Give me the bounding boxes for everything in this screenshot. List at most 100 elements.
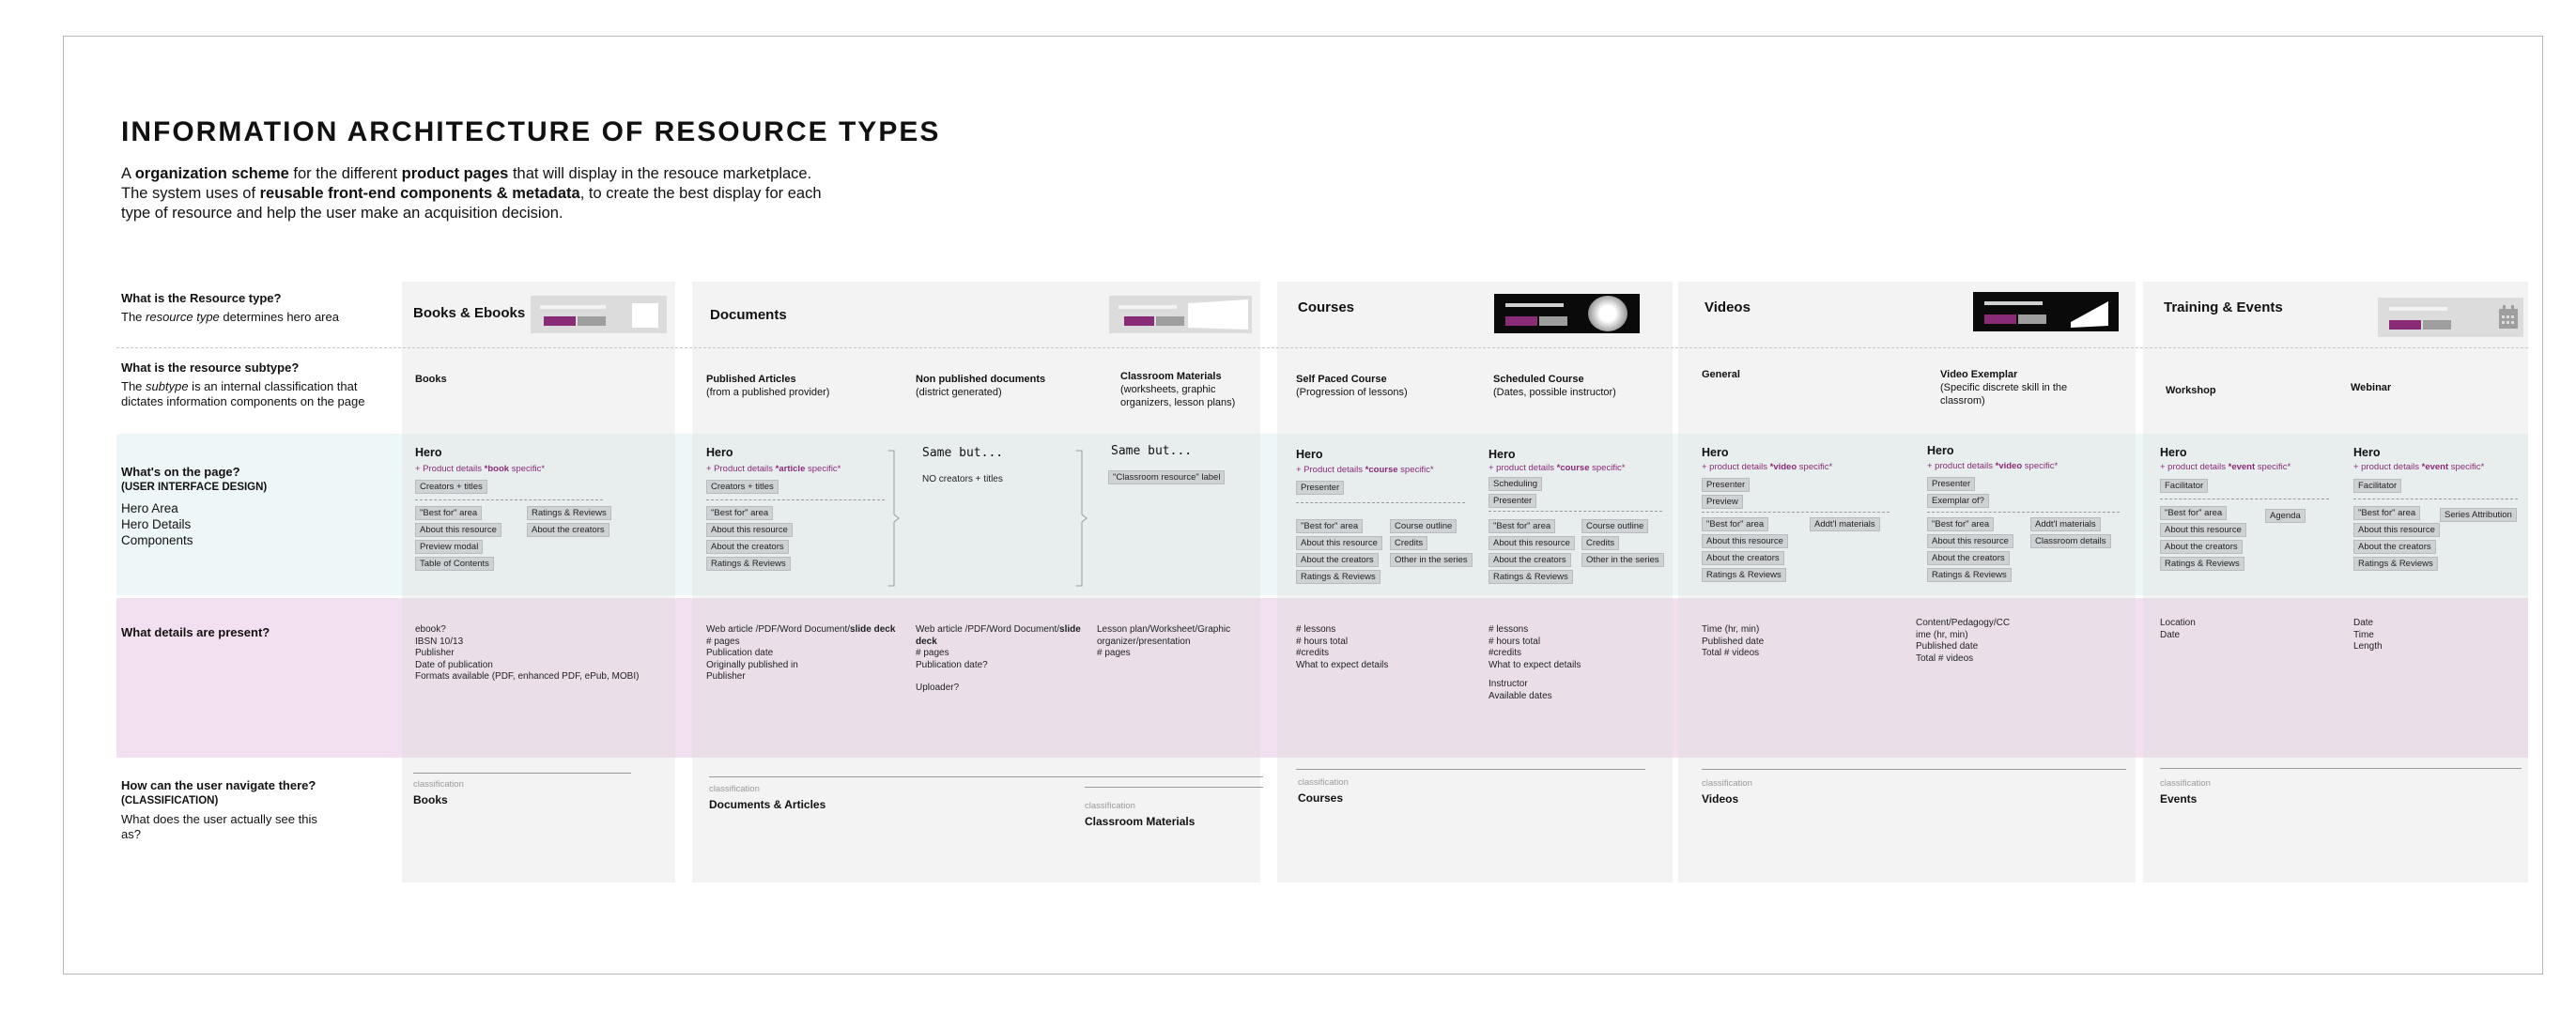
row-divider <box>116 347 2528 348</box>
question-subtype: What is the resource subtype? The subtyp… <box>121 361 365 408</box>
subtype-scheduled: Scheduled Course (Dates, possible instruc… <box>1493 374 1616 398</box>
type-heading-books: Books & Ebooks <box>413 305 526 321</box>
chip-c2-credits: Credits <box>1581 536 1620 550</box>
chip-v1-materials: Addt'l materials <box>1810 517 1880 531</box>
chip-v2-ratings: Ratings & Reviews <box>1927 568 2012 582</box>
chip-c2-about: About this resource <box>1489 536 1575 550</box>
courses-hero-thumbnail <box>1494 294 1640 333</box>
chip-c2-outline: Course outline <box>1581 519 1649 533</box>
chip-c1-credits: Credits <box>1390 536 1428 550</box>
product-details-video-1: + product details *video specific* <box>1702 462 1833 472</box>
nav-videos: Videos <box>1702 792 1739 806</box>
brace-classroom <box>1076 450 1087 587</box>
chip-c1-about: About this resource <box>1296 536 1382 550</box>
type-heading-courses: Courses <box>1298 299 1355 315</box>
chip-doc-creators: Creators + titles <box>706 480 779 494</box>
subtype-video-exemplar: Video Exemplar (Specific discrete skill i… <box>1940 369 2068 407</box>
chip-e2-best: "Best for" area <box>2353 506 2421 520</box>
subtype-workshop: Workshop <box>2166 385 2216 396</box>
details-published-articles: Web article /PDF/Word Document/slide dec… <box>706 624 896 682</box>
details-books: ebook? IBSN 10/13 Publisher Date of publica… <box>415 624 640 682</box>
hero-books: Hero <box>415 446 442 459</box>
chip-e1-ratings: Ratings & Reviews <box>2160 557 2244 571</box>
events-hero-thumbnail <box>2378 298 2523 337</box>
product-details-course-2: + product details *course specific* <box>1489 463 1626 473</box>
hero-self-paced: Hero <box>1296 448 1323 461</box>
chip-c1-best: "Best for" area <box>1296 519 1364 533</box>
documents-hero-thumbnail <box>1109 296 1252 333</box>
chip-course-scheduling: Scheduling <box>1489 477 1543 491</box>
chip-books-toc: Table of Contents <box>415 557 494 571</box>
chip-e2-facilitator: Facilitator <box>2353 479 2402 493</box>
chip-v1-preview: Preview <box>1702 495 1743 509</box>
chip-books-creators: Creators + titles <box>415 480 487 494</box>
details-self-paced: # lessons # hours total #credits What to ex… <box>1296 624 1389 670</box>
chip-e1-best: "Best for" area <box>2160 506 2228 520</box>
hero-documents: Hero <box>706 446 733 459</box>
column-events <box>2143 282 2528 883</box>
chip-v2-presenter: Presenter <box>1927 477 1976 491</box>
chip-books-best-for: "Best for" area <box>415 506 483 520</box>
type-heading-videos: Videos <box>1704 299 1751 315</box>
details-classroom: Lesson plan/Worksheet/Graphic organizer/p… <box>1097 624 1231 658</box>
chip-c2-ratings: Ratings & Reviews <box>1489 570 1573 584</box>
chip-v2-best: "Best for" area <box>1927 517 1995 531</box>
subtype-non-published-documents: Non published documents (district generat… <box>916 374 1046 398</box>
product-details-event-1: + product details *event specific* <box>2160 462 2291 472</box>
nav-documents-articles: Documents & Articles <box>709 798 826 811</box>
chip-c2-best: "Best for" area <box>1489 519 1556 533</box>
chip-books-ratings: Ratings & Reviews <box>527 506 611 520</box>
nav-events: Events <box>2160 792 2198 806</box>
chip-c1-series: Other in the series <box>1390 553 1473 567</box>
chip-books-about-creators: About the creators <box>527 523 609 537</box>
hero-workshop: Hero <box>2160 446 2187 459</box>
details-workshop: Location Date <box>2160 618 2196 640</box>
subtype-classroom-materials: Classroom Materials (worksheets, graphic o… <box>1120 371 1236 408</box>
hero-video-exemplar: Hero <box>1927 444 1954 457</box>
type-heading-documents: Documents <box>710 307 787 323</box>
chip-c1-ratings: Ratings & Reviews <box>1296 570 1381 584</box>
chip-e2-about: About this resource <box>2353 523 2440 537</box>
chip-v2-about: About this resource <box>1927 534 2013 548</box>
chip-books-preview-modal: Preview modal <box>415 540 484 554</box>
details-webinar: Date Time Length <box>2353 618 2383 652</box>
chip-e2-creators: About the creators <box>2353 540 2436 554</box>
question-resource-type: What is the Resource type? The resource … <box>121 291 339 324</box>
details-scheduled: # lessons # hours total #credits What to ex… <box>1489 624 1581 701</box>
question-details: What details are present? <box>121 625 270 639</box>
videos-hero-thumbnail <box>1973 292 2119 331</box>
intro-paragraph: A organization scheme for the different … <box>121 165 822 222</box>
chip-classroom-label: "Classroom resource" label <box>1108 470 1226 484</box>
type-heading-events: Training & Events <box>2164 299 2283 315</box>
chip-e1-agenda: Agenda <box>2265 509 2306 523</box>
books-hero-thumbnail <box>531 296 667 333</box>
chip-c2-creators: About the creators <box>1489 553 1571 567</box>
nav-books: Books <box>413 793 448 806</box>
chip-doc-about-resource: About this resource <box>706 523 793 537</box>
subtype-self-paced: Self Paced Course (Progression of lessons… <box>1296 374 1408 398</box>
chip-v2-exemplar: Exemplar of? <box>1927 494 1989 508</box>
subtype-webinar: Webinar <box>2351 382 2392 393</box>
question-whats-on-page: What's on the page? (USER INTERFACE DESI… <box>121 465 268 547</box>
product-details-video-2: + product details *video specific* <box>1927 461 2059 471</box>
note-same-but-1: Same but... <box>922 446 1004 460</box>
chip-course-presenter-2: Presenter <box>1489 494 1537 508</box>
subtype-books: Books <box>415 374 447 385</box>
nav-courses: Courses <box>1298 791 1344 805</box>
nav-classroom-materials: Classroom Materials <box>1085 815 1195 828</box>
chip-e1-about: About this resource <box>2160 523 2246 537</box>
hero-separator <box>415 499 603 500</box>
calendar-icon <box>2499 305 2518 329</box>
hero-webinar: Hero <box>2353 446 2381 459</box>
hero-scheduled: Hero <box>1489 448 1516 461</box>
product-details-documents: + Product details *article specific* <box>706 464 841 474</box>
chip-e2-ratings: Ratings & Reviews <box>2353 557 2438 571</box>
chip-doc-ratings: Ratings & Reviews <box>706 557 791 571</box>
subtype-published-articles: Published Articles (from a published prov… <box>706 374 830 398</box>
hero-video-general: Hero <box>1702 446 1729 459</box>
product-details-books: + Product details *book specific* <box>415 464 546 474</box>
subtype-general: General <box>1702 369 1740 380</box>
chip-e1-facilitator: Facilitator <box>2160 479 2209 493</box>
chip-v2-materials: Addt'l materials <box>2030 517 2101 531</box>
chip-doc-about-creators: About the creators <box>706 540 789 554</box>
